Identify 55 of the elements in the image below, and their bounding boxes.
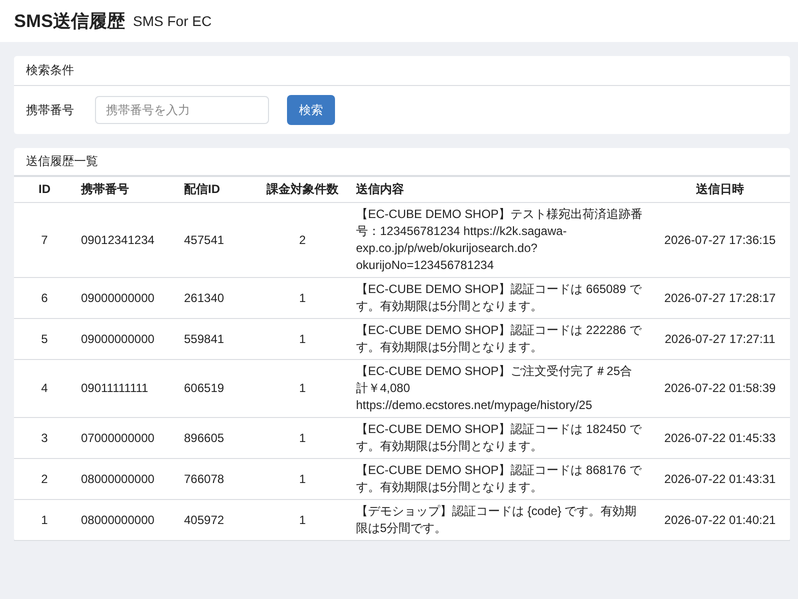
table-cell: 559841	[178, 319, 255, 360]
table-cell: 2026-07-22 01:40:21	[650, 500, 790, 541]
table-cell: 2026-07-22 01:58:39	[650, 360, 790, 418]
table-cell: 1	[255, 319, 350, 360]
table-cell: 2026-07-27 17:27:11	[650, 319, 790, 360]
table-cell: 09012341234	[75, 203, 178, 278]
page-title: SMS送信履歴	[14, 10, 126, 33]
column-header: 課金対象件数	[255, 176, 350, 203]
table-cell: 1	[255, 418, 350, 459]
table-cell: 1	[255, 278, 350, 319]
table-cell: 5	[14, 319, 75, 360]
table-cell: 1	[255, 459, 350, 500]
table-cell: 2	[14, 459, 75, 500]
table-cell: 07000000000	[75, 418, 178, 459]
table-cell: 2026-07-22 01:43:31	[650, 459, 790, 500]
column-header: 配信ID	[178, 176, 255, 203]
table-cell: 4	[14, 360, 75, 418]
table-cell: 606519	[178, 360, 255, 418]
table-cell: 【EC-CUBE DEMO SHOP】認証コードは 665089 です。有効期限は5分間となります。	[350, 278, 650, 319]
panel-title: 検索条件	[14, 56, 790, 86]
table-cell: 【EC-CUBE DEMO SHOP】認証コードは 222286 です。有効期限は5分間となります。	[350, 319, 650, 360]
table-cell: 261340	[178, 278, 255, 319]
table-cell: 1	[255, 500, 350, 541]
table-cell: 7	[14, 203, 75, 278]
table-cell: 【EC-CUBE DEMO SHOP】認証コードは 868176 です。有効期限は5分間となります。	[350, 459, 650, 500]
table-cell: 405972	[178, 500, 255, 541]
table-cell: 【EC-CUBE DEMO SHOP】認証コードは 182450 です。有効期限は5分間となります。	[350, 418, 650, 459]
panel-title: 送信履歴一覧	[14, 148, 790, 176]
table-cell: 2026-07-27 17:28:17	[650, 278, 790, 319]
table-cell: 766078	[178, 459, 255, 500]
column-header: ID	[14, 176, 75, 203]
table-cell: 1	[255, 360, 350, 418]
table-cell: 09000000000	[75, 319, 178, 360]
table-cell: 3	[14, 418, 75, 459]
table-cell: 08000000000	[75, 459, 178, 500]
table-cell: 2026-07-27 17:36:15	[650, 203, 790, 278]
table-cell: 2	[255, 203, 350, 278]
table-cell: 09000000000	[75, 278, 178, 319]
column-header: 送信内容	[350, 176, 650, 203]
table-cell: 【デモショップ】認証コードは {code} です。有効期限は5分間です。	[350, 500, 650, 541]
table-cell: 08000000000	[75, 500, 178, 541]
table-cell: 【EC-CUBE DEMO SHOP】ご注文受付完了＃25合計￥4,080 https://demo.ecstores.net/mypage/history/25	[350, 360, 650, 418]
table-cell: 457541	[178, 203, 255, 278]
table-cell: 2026-07-22 01:45:33	[650, 418, 790, 459]
search-button[interactable]: 検索	[287, 95, 335, 125]
table-cell: 1	[14, 500, 75, 541]
table-cell: 【EC-CUBE DEMO SHOP】テスト様宛出荷済追跡番号：123456781234 https://k2k.sagawa-exp.co.jp/p/web/okurijosearch.do?okurijoNo=123456781234	[350, 203, 650, 278]
page-subtitle: SMS For EC	[133, 13, 212, 29]
column-header: 携帯番号	[75, 176, 178, 203]
column-header: 送信日時	[650, 176, 790, 203]
phone-input-field[interactable]: 携帯番号を入力	[95, 96, 269, 124]
table-cell: 6	[14, 278, 75, 319]
table-cell: 09011111111	[75, 360, 178, 418]
field-label: 携帯番号	[26, 102, 75, 118]
table-cell: 896605	[178, 418, 255, 459]
